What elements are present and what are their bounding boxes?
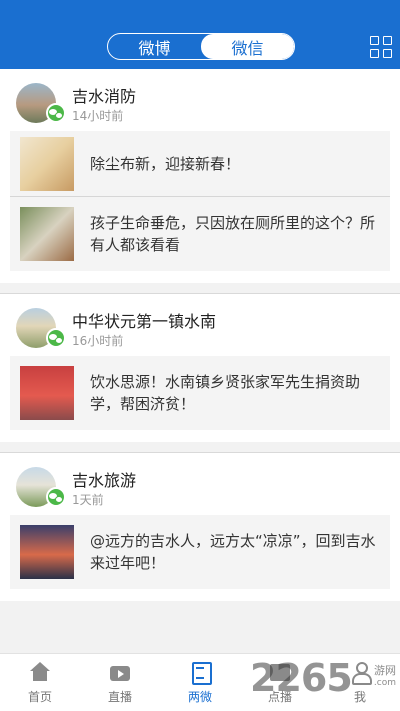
account-card: 吉水消防 14小时前 除尘布新，迎接新春！ 孩子生命垂危，只因放在厕所里的这个？… <box>0 69 400 283</box>
bottom-tab-bar: 首页 直播 两微 点播 我 <box>0 653 400 711</box>
article-title: 饮水思源！水南镇乡贤张家军先生捐资助学，帮困济贫！ <box>90 373 361 413</box>
article-title: 孩子生命垂危，只因放在厕所里的这个？所有人都该看看 <box>90 214 376 254</box>
account-time: 16小时前 <box>72 334 124 348</box>
tab-label: 我 <box>353 690 366 704</box>
account-header[interactable]: 吉水消防 14小时前 <box>10 69 390 131</box>
tab-home[interactable]: 首页 <box>0 654 80 711</box>
tab-live[interactable]: 直播 <box>80 654 160 711</box>
article-title: @远方的吉水人，远方太“凉凉”，回到吉水来过年吧！ <box>90 532 376 572</box>
account-header[interactable]: 中华状元第一镇水南 16小时前 <box>10 294 390 356</box>
wechat-icon <box>46 103 66 123</box>
tab-social[interactable]: 两微 <box>160 654 240 711</box>
tab-weixin[interactable]: 微信 <box>201 34 294 59</box>
article-item[interactable]: @远方的吉水人，远方太“凉凉”，回到吉水来过年吧！ <box>10 515 390 589</box>
top-header: 微博 微信 <box>0 0 400 69</box>
article-thumbnail <box>20 207 74 261</box>
article-item[interactable]: 孩子生命垂危，只因放在厕所里的这个？所有人都该看看 <box>10 197 390 271</box>
account-card: 中华状元第一镇水南 16小时前 饮水思源！水南镇乡贤张家军先生捐资助学，帮困济贫… <box>0 294 400 442</box>
tab-vod[interactable]: 点播 <box>240 654 320 711</box>
grid-menu-icon[interactable] <box>370 36 392 58</box>
article-title: 除尘布新，迎接新春！ <box>90 154 241 173</box>
wechat-icon <box>46 328 66 348</box>
wechat-icon <box>46 487 66 507</box>
source-segmented-control: 微博 微信 <box>107 33 295 60</box>
tab-label: 首页 <box>27 690 52 704</box>
tv-icon <box>109 662 131 682</box>
account-card: 吉水旅游 1天前 @远方的吉水人，远方太“凉凉”，回到吉水来过年吧！ <box>0 453 400 601</box>
account-name: 中华状元第一镇水南 <box>72 312 217 331</box>
video-icon <box>269 662 291 682</box>
account-name: 吉水旅游 <box>72 471 137 490</box>
news-icon <box>189 662 212 685</box>
article-item[interactable]: 除尘布新，迎接新春！ <box>10 131 390 197</box>
home-icon <box>29 662 51 682</box>
tab-weibo[interactable]: 微博 <box>108 34 201 59</box>
profile-icon <box>349 662 372 685</box>
account-header[interactable]: 吉水旅游 1天前 <box>10 453 390 515</box>
article-thumbnail <box>20 366 74 420</box>
article-thumbnail <box>20 525 74 579</box>
article-thumbnail <box>20 136 74 191</box>
article-item[interactable]: 饮水思源！水南镇乡贤张家军先生捐资助学，帮困济贫！ <box>10 356 390 430</box>
tab-me[interactable]: 我 <box>320 654 400 711</box>
account-time: 14小时前 <box>72 109 124 123</box>
account-name: 吉水消防 <box>72 87 137 106</box>
account-feed[interactable]: 吉水消防 14小时前 除尘布新，迎接新春！ 孩子生命垂危，只因放在厕所里的这个？… <box>0 69 400 653</box>
tab-label: 两微 <box>187 690 212 704</box>
tab-label: 直播 <box>107 690 132 704</box>
tab-label: 点播 <box>267 690 292 704</box>
account-time: 1天前 <box>72 493 104 507</box>
